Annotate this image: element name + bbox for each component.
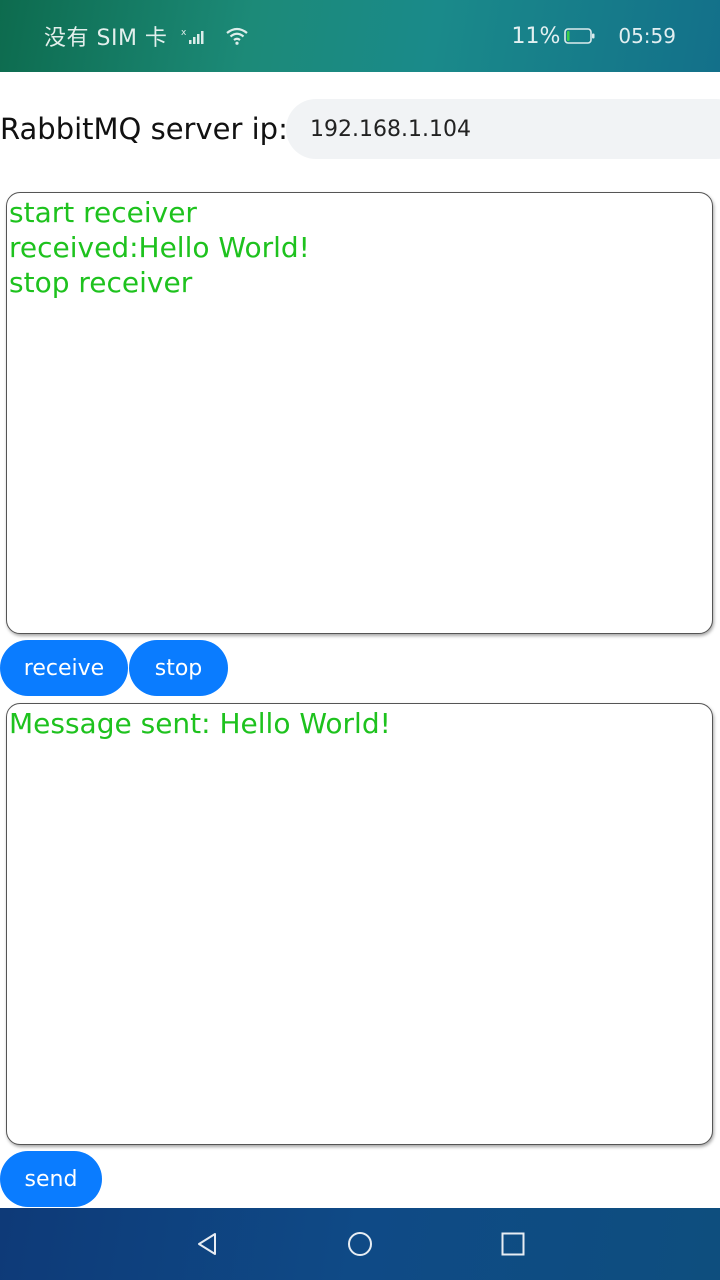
svg-text:x: x (181, 28, 187, 38)
home-icon[interactable] (342, 1226, 378, 1262)
status-right: 11% 05:59 (511, 20, 676, 52)
battery-percent: 11% (511, 23, 561, 49)
send-button[interactable]: send (0, 1151, 102, 1207)
server-ip-input[interactable] (286, 99, 720, 159)
wifi-icon (226, 27, 249, 45)
recent-apps-icon[interactable] (495, 1226, 531, 1262)
status-left: 没有 SIM 卡 x (44, 20, 249, 52)
send-log-area[interactable]: Message sent: Hello World! (6, 703, 713, 1145)
clock: 05:59 (618, 24, 676, 48)
signal-icon: x (181, 28, 204, 44)
battery-icon (564, 28, 595, 44)
receive-log-line: start receiver (9, 196, 197, 229)
back-icon[interactable] (189, 1226, 225, 1262)
receive-log-area[interactable]: start receiver received:Hello World! sto… (6, 192, 713, 634)
receive-button[interactable]: receive (0, 640, 128, 696)
navigation-bar (0, 1208, 720, 1280)
receive-log-line: received:Hello World! (9, 231, 310, 264)
server-ip-label: RabbitMQ server ip: (0, 112, 288, 146)
send-log-line: Message sent: Hello World! (9, 707, 391, 740)
receive-log-line: stop receiver (9, 266, 193, 299)
status-bar: 没有 SIM 卡 x 11% 05:59 (0, 0, 720, 72)
carrier-text: 没有 SIM 卡 (44, 26, 168, 51)
stop-button[interactable]: stop (129, 640, 228, 696)
